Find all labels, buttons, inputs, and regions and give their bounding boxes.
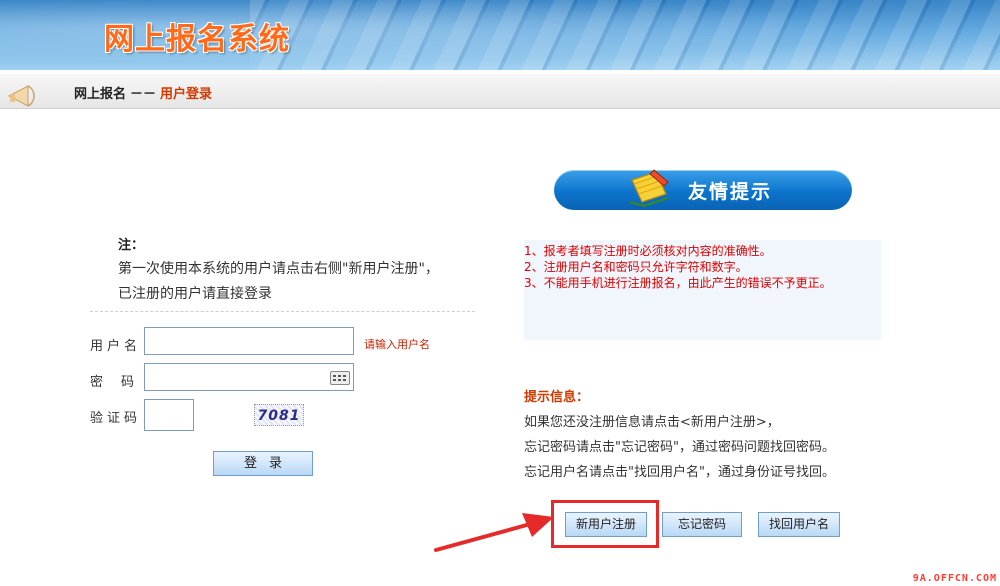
info-title: 提示信息： [524, 390, 590, 405]
password-label: 密码 [90, 375, 153, 390]
notice-line-2: 已注册的用户请直接登录 [118, 286, 272, 302]
breadcrumb-current: 用户登录 [160, 87, 213, 102]
keyboard-icon[interactable] [330, 371, 350, 385]
header-banner: 网上报名系统 [0, 0, 1000, 70]
username-label: 用户名 [90, 339, 142, 354]
notice-title: 注： [118, 238, 145, 253]
captcha-label: 验证码 [90, 411, 142, 426]
divider [90, 311, 475, 312]
username-input[interactable] [144, 327, 354, 355]
captcha-input[interactable] [144, 399, 194, 431]
notebook-pencil-icon [629, 169, 669, 208]
info-line-3: 忘记用户名请点击"找回用户名"，通过身份证号找回。 [524, 465, 835, 480]
notice-line-1: 第一次使用本系统的用户请点击右侧"新用户注册"， [118, 261, 439, 277]
breadcrumb-bar: 网上报名 －－ 用户登录 [0, 74, 1000, 109]
forgot-password-button[interactable]: 忘记密码 [662, 512, 742, 537]
tips-title: 友情提示 [688, 181, 773, 203]
site-title: 网上报名系统 [104, 22, 290, 57]
breadcrumb: 网上报名 －－ 用户登录 [74, 87, 213, 102]
tip-item-3: 3、不能用手机进行注册报名，由此产生的错误不予更正。 [524, 276, 832, 290]
login-button[interactable]: 登录 [213, 451, 313, 476]
info-line-2: 忘记密码请点击"忘记密码"，通过密码问题找回密码。 [524, 440, 835, 455]
find-username-button[interactable]: 找回用户名 [758, 512, 840, 537]
password-input[interactable] [144, 363, 354, 391]
tip-item-2: 2、注册用户名和密码只允许字符和数字。 [524, 260, 748, 274]
red-arrow-annotation [434, 513, 554, 552]
tip-item-1: 1、报考者填写注册时必须核对内容的准确性。 [524, 244, 772, 258]
megaphone-icon [7, 85, 35, 107]
captcha-image[interactable]: 7081 [254, 404, 304, 426]
register-button[interactable]: 新用户注册 [565, 512, 647, 537]
info-line-1: 如果您还没注册信息请点击<新用户注册>， [524, 415, 780, 430]
username-hint: 请输入用户名 [364, 338, 430, 351]
breadcrumb-root[interactable]: 网上报名 [74, 87, 126, 102]
watermark: 9A.OFFCN.COM [912, 573, 997, 584]
